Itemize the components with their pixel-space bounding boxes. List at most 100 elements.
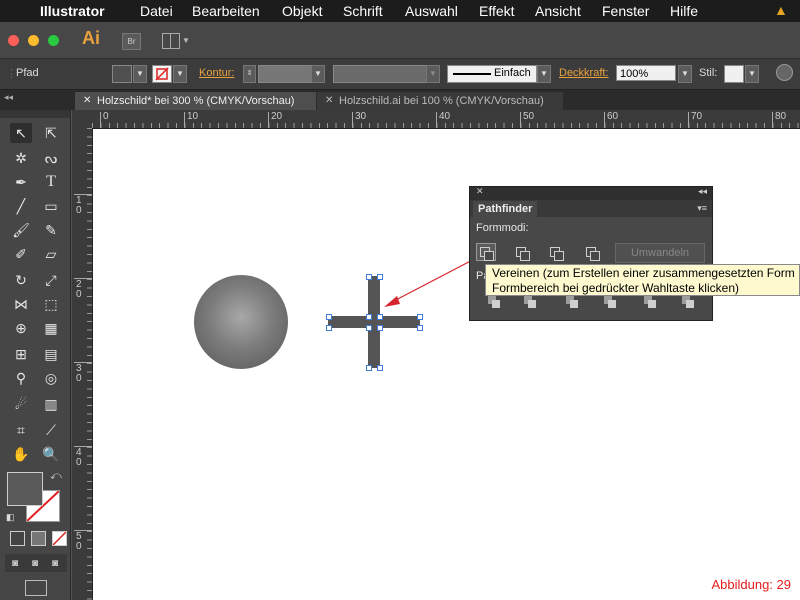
outline-button[interactable] bbox=[644, 296, 656, 309]
stroke-dropdown[interactable]: ▼ bbox=[173, 65, 187, 83]
gradient-mode-icon[interactable] bbox=[31, 531, 46, 546]
tab-holzschild-100[interactable]: ✕ Holzschild.ai bei 100 % (CMYK/Vorschau… bbox=[317, 92, 563, 110]
crop-button[interactable] bbox=[604, 296, 616, 309]
tab-holzschild-300[interactable]: ✕ Holzschild* bei 300 % (CMYK/Vorschau) bbox=[75, 92, 316, 110]
fill-dropdown[interactable]: ▼ bbox=[133, 65, 147, 83]
recolor-artwork-icon[interactable] bbox=[776, 64, 793, 81]
menu-ansicht[interactable]: Ansicht bbox=[535, 3, 581, 19]
brush-dropdown[interactable]: ▼ bbox=[537, 65, 551, 83]
direct-selection-tool-icon[interactable]: ⇱ bbox=[40, 123, 62, 143]
anchor-point[interactable] bbox=[366, 325, 372, 331]
stroke-weight-dropdown[interactable]: ▼ bbox=[311, 65, 325, 83]
anchor-point[interactable] bbox=[326, 325, 332, 331]
minimize-window-button[interactable] bbox=[28, 35, 39, 46]
lasso-tool-icon[interactable]: ᔓ bbox=[40, 148, 62, 168]
gradient-tool-icon[interactable]: ▤ bbox=[40, 344, 62, 364]
intersect-button[interactable] bbox=[546, 243, 566, 261]
slice-tool-icon[interactable]: ⟋ bbox=[40, 420, 62, 440]
mesh-tool-icon[interactable]: ⊞ bbox=[10, 344, 32, 364]
blend-tool-icon[interactable]: ◎ bbox=[40, 368, 62, 388]
close-tab-icon[interactable]: ✕ bbox=[325, 92, 333, 110]
menu-schrift[interactable]: Schrift bbox=[343, 3, 383, 19]
variable-width-dropdown[interactable]: ▼ bbox=[426, 65, 440, 83]
paintbrush-tool-icon[interactable]: 🖌 bbox=[10, 220, 32, 240]
pen-tool-icon[interactable]: ✒ bbox=[10, 172, 32, 192]
rectangle-tool-icon[interactable]: ▭ bbox=[40, 196, 62, 216]
swap-fill-stroke-icon[interactable]: ⤺ bbox=[50, 470, 62, 483]
color-mode-icon[interactable] bbox=[10, 531, 25, 546]
draw-normal-icon[interactable]: ◙ bbox=[12, 558, 18, 569]
menu-fenster[interactable]: Fenster bbox=[602, 3, 649, 19]
fill-color-front[interactable] bbox=[7, 472, 43, 506]
menu-hilfe[interactable]: Hilfe bbox=[670, 3, 698, 19]
eraser-tool-icon[interactable]: ▱ bbox=[40, 244, 62, 264]
screen-mode-icon[interactable] bbox=[25, 580, 47, 596]
rotate-tool-icon[interactable]: ↻ bbox=[10, 270, 32, 290]
perspective-grid-tool-icon[interactable]: ▦ bbox=[40, 318, 62, 338]
symbol-sprayer-tool-icon[interactable]: ☄ bbox=[10, 394, 32, 414]
panel-header[interactable]: ✕ ◂◂ bbox=[470, 186, 712, 200]
free-transform-tool-icon[interactable]: ⬚ bbox=[40, 294, 62, 314]
menu-auswahl[interactable]: Auswahl bbox=[405, 3, 458, 19]
line-tool-icon[interactable]: ╱ bbox=[10, 196, 32, 216]
close-window-button[interactable] bbox=[8, 35, 19, 46]
collapse-panels-icon[interactable]: ◂◂ bbox=[4, 92, 13, 103]
anchor-point[interactable] bbox=[377, 325, 383, 331]
width-tool-icon[interactable]: ⋈ bbox=[10, 294, 32, 314]
menu-illustrator[interactable]: Illustrator bbox=[40, 3, 105, 19]
stroke-swatch[interactable] bbox=[152, 65, 172, 83]
opacity-input[interactable]: 100% bbox=[616, 65, 676, 81]
eyedropper-tool-icon[interactable]: ⚲ bbox=[10, 368, 32, 388]
stroke-weight-input[interactable] bbox=[258, 65, 312, 83]
divide-button[interactable] bbox=[488, 296, 500, 309]
opacity-label[interactable]: Deckkraft: bbox=[559, 67, 609, 79]
collapse-panel-icon[interactable]: ◂◂ bbox=[698, 186, 707, 197]
menu-datei[interactable]: Datei bbox=[140, 3, 173, 19]
anchor-point[interactable] bbox=[417, 314, 423, 320]
anchor-point[interactable] bbox=[417, 325, 423, 331]
anchor-point[interactable] bbox=[377, 365, 383, 371]
arrange-documents-icon[interactable] bbox=[162, 33, 180, 49]
minus-back-button[interactable] bbox=[682, 296, 694, 309]
style-swatch[interactable] bbox=[724, 65, 744, 83]
selection-tool-icon[interactable]: ↖ bbox=[10, 123, 32, 143]
opacity-dropdown[interactable]: ▼ bbox=[678, 65, 692, 83]
vertical-ruler[interactable]: 1 0 2 0 3 0 4 0 5 0 bbox=[72, 128, 93, 600]
type-tool-icon[interactable]: T bbox=[40, 172, 62, 192]
menu-bearbeiten[interactable]: Bearbeiten bbox=[192, 3, 260, 19]
bridge-button[interactable]: Br bbox=[122, 33, 141, 50]
brush-definition-field[interactable]: Einfach bbox=[447, 65, 537, 83]
panel-menu-icon[interactable]: ▾≡ bbox=[697, 203, 707, 214]
chevron-down-icon[interactable]: ▼ bbox=[182, 36, 190, 45]
menu-objekt[interactable]: Objekt bbox=[282, 3, 322, 19]
default-colors-icon[interactable]: ◧ bbox=[6, 512, 16, 522]
expand-button[interactable]: Umwandeln bbox=[615, 243, 705, 263]
trim-button[interactable] bbox=[524, 296, 536, 309]
anchor-point[interactable] bbox=[326, 314, 332, 320]
cross-horizontal-bar[interactable] bbox=[328, 316, 420, 328]
merge-button[interactable] bbox=[566, 296, 578, 309]
close-tab-icon[interactable]: ✕ bbox=[83, 92, 91, 110]
ruler-origin[interactable] bbox=[72, 110, 93, 129]
pencil-tool-icon[interactable]: ✎ bbox=[40, 220, 62, 240]
gradient-circle-shape[interactable] bbox=[194, 275, 288, 369]
menu-effekt[interactable]: Effekt bbox=[479, 3, 515, 19]
artboard-tool-icon[interactable]: ⌗ bbox=[10, 420, 32, 440]
stroke-label[interactable]: Kontur: bbox=[199, 67, 234, 79]
minus-front-button[interactable] bbox=[512, 243, 532, 261]
fill-swatch[interactable] bbox=[112, 65, 132, 83]
none-mode-icon[interactable] bbox=[52, 531, 67, 546]
magic-wand-tool-icon[interactable]: ✲ bbox=[10, 148, 32, 168]
column-graph-tool-icon[interactable]: ▥ bbox=[40, 394, 62, 414]
stroke-weight-stepper[interactable]: ⇕ bbox=[243, 65, 256, 83]
anchor-point[interactable] bbox=[366, 314, 372, 320]
warning-icon[interactable]: ▲ bbox=[774, 2, 788, 18]
zoom-tool-icon[interactable]: 🔍 bbox=[40, 444, 62, 464]
blob-brush-tool-icon[interactable]: ✐ bbox=[10, 244, 32, 264]
scale-tool-icon[interactable]: ⤢ bbox=[40, 270, 62, 290]
unite-button[interactable] bbox=[476, 243, 496, 261]
draw-inside-icon[interactable]: ◙ bbox=[52, 558, 58, 569]
anchor-point[interactable] bbox=[377, 314, 383, 320]
anchor-point[interactable] bbox=[366, 365, 372, 371]
shape-builder-tool-icon[interactable]: ⊕ bbox=[10, 318, 32, 338]
